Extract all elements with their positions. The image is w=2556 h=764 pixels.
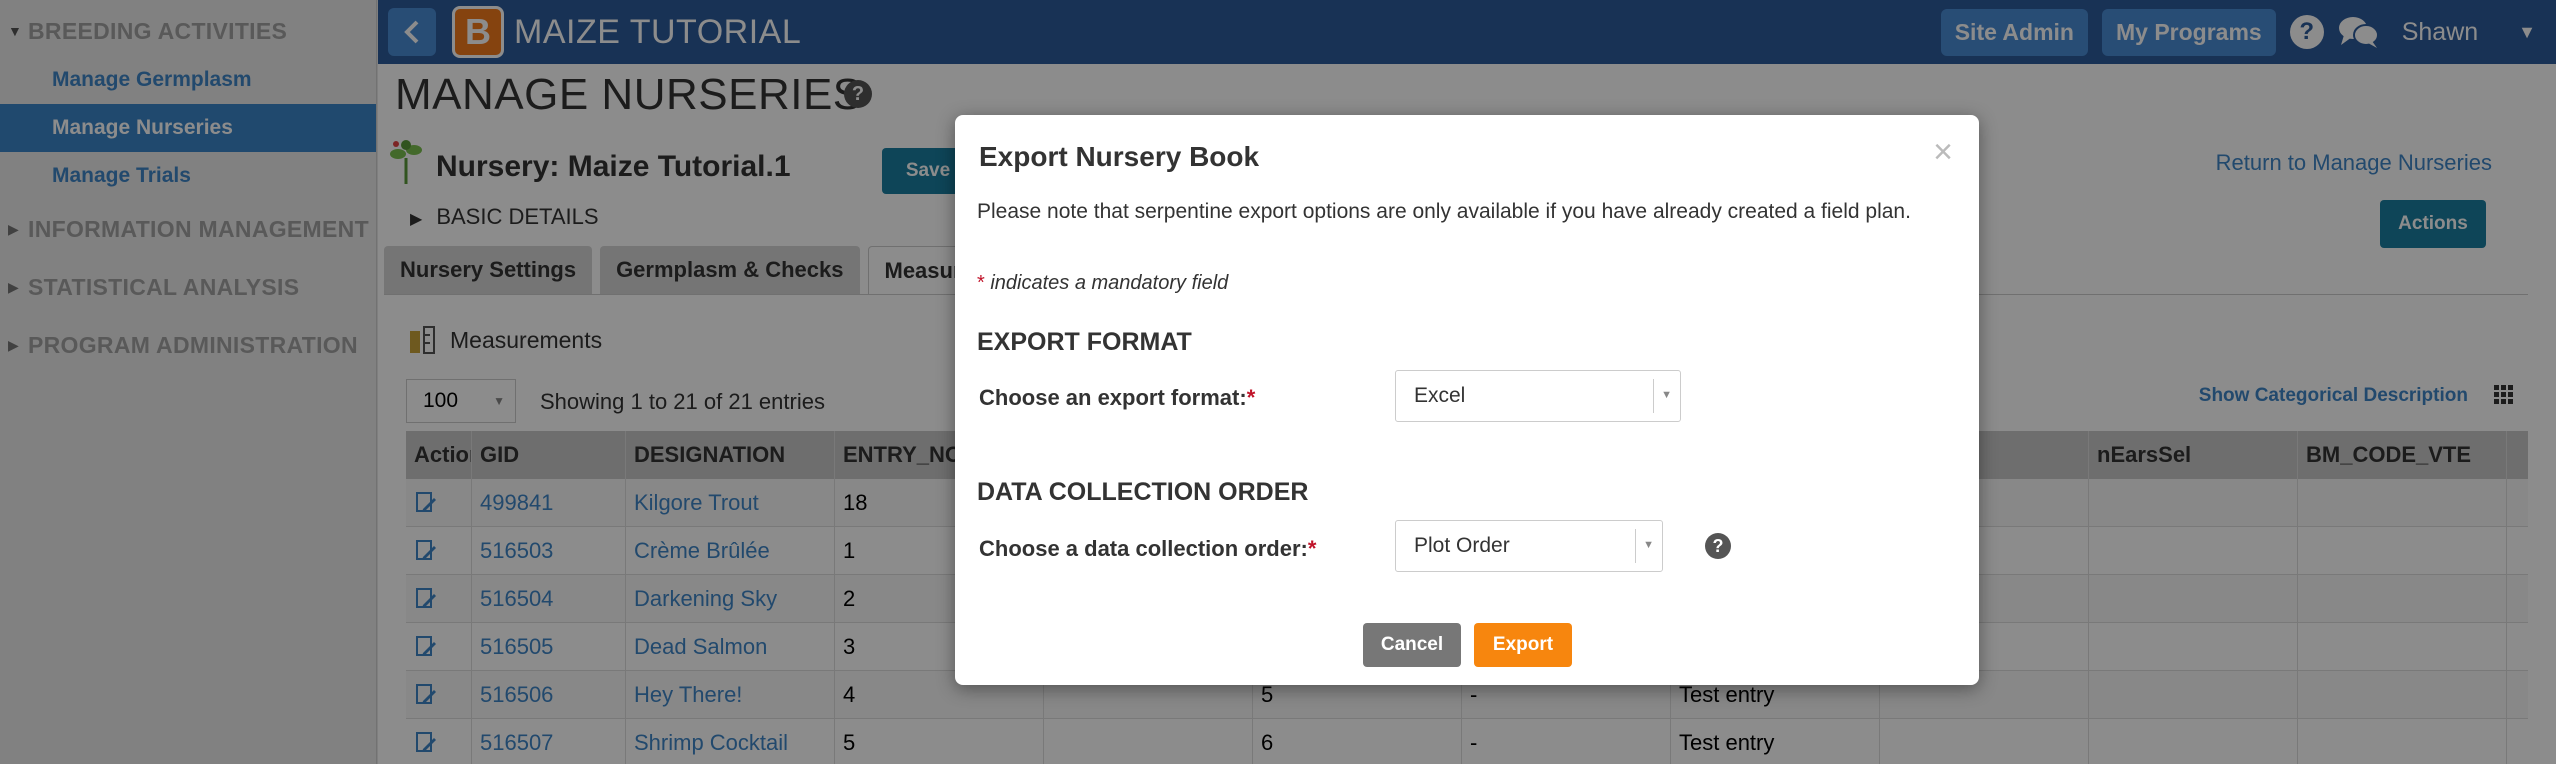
export-format-value: Excel: [1414, 384, 1466, 407]
help-icon[interactable]: ?: [1705, 533, 1731, 559]
select-divider: [1653, 379, 1654, 413]
mandatory-text: indicates a mandatory field: [984, 272, 1229, 294]
dropdown-arrow-icon: ▼: [1643, 539, 1654, 551]
cancel-button[interactable]: Cancel: [1363, 623, 1461, 667]
data-collection-order-heading: DATA COLLECTION ORDER: [977, 478, 1309, 506]
data-collection-order-value: Plot Order: [1414, 534, 1510, 557]
mandatory-field-note: * indicates a mandatory field: [977, 272, 1228, 295]
required-asterisk: *: [977, 272, 985, 294]
close-icon[interactable]: ×: [1933, 133, 1953, 172]
serpentine-note: Please note that serpentine export optio…: [977, 200, 1911, 223]
required-asterisk: *: [1307, 536, 1317, 561]
export-format-label: Choose an export format:*: [979, 385, 1255, 411]
export-nursery-book-dialog: Export Nursery Book × Please note that s…: [955, 115, 1979, 685]
export-format-heading: EXPORT FORMAT: [977, 328, 1192, 356]
data-collection-order-label-text: Choose a data collection order:: [979, 536, 1308, 561]
export-format-select[interactable]: Excel ▼: [1395, 370, 1681, 422]
select-divider: [1635, 529, 1636, 563]
export-button[interactable]: Export: [1474, 623, 1572, 667]
data-collection-order-select[interactable]: Plot Order ▼: [1395, 520, 1663, 572]
required-asterisk: *: [1246, 385, 1256, 410]
export-format-label-text: Choose an export format:: [979, 385, 1247, 410]
dropdown-arrow-icon: ▼: [1661, 389, 1672, 401]
data-collection-order-label: Choose a data collection order:*: [979, 536, 1316, 562]
modal-title: Export Nursery Book: [979, 141, 1260, 172]
